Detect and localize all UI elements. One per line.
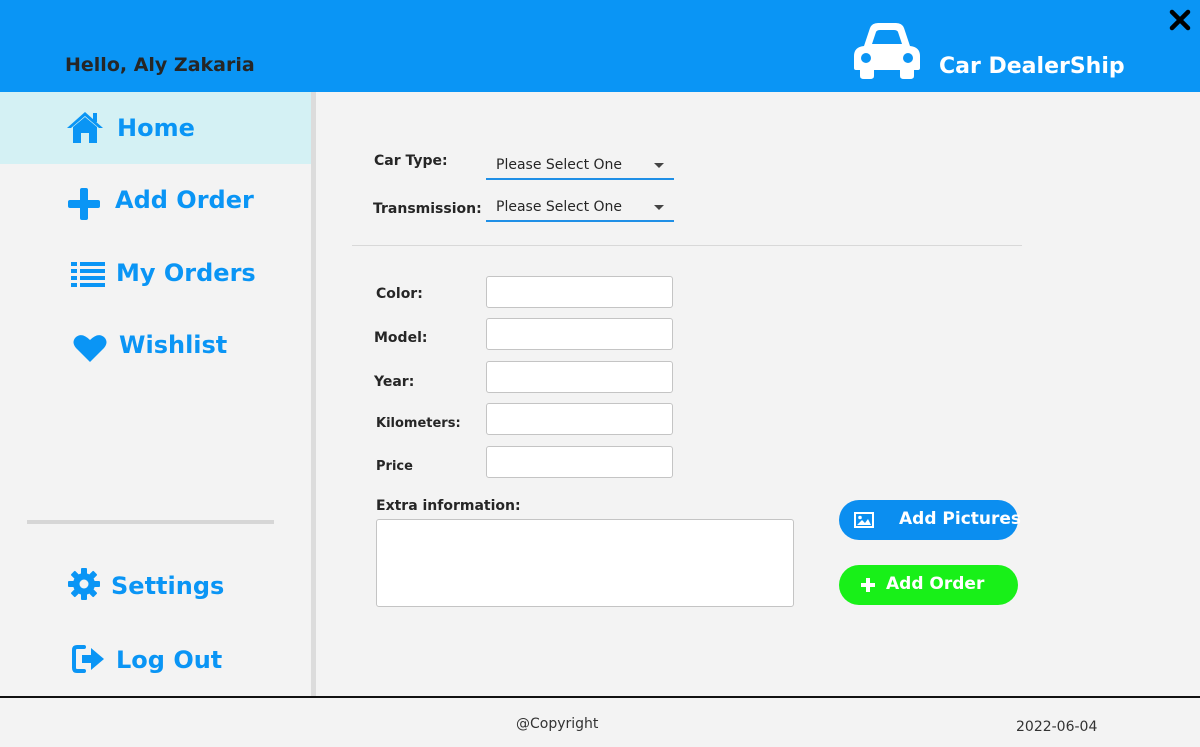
sidebar-item-label: My Orders (116, 259, 256, 287)
price-field[interactable] (486, 446, 673, 478)
list-icon (71, 262, 105, 287)
plus-icon (68, 188, 100, 220)
brand-name: Car DealerShip (939, 54, 1125, 79)
sidebar-item-logout[interactable]: Log Out (0, 624, 311, 696)
sidebar-item-label: Add Order (115, 186, 254, 214)
sidebar-item-home[interactable]: Home (0, 92, 311, 164)
year-field[interactable] (486, 361, 673, 393)
extra-info-field[interactable] (376, 519, 794, 607)
app-window: Hello, Aly Zakaria Car DealerShip Home A… (0, 0, 1200, 747)
image-icon (854, 512, 874, 528)
extra-info-label: Extra information: (376, 498, 521, 514)
transmission-label: Transmission: (373, 201, 482, 217)
transmission-value: Please Select One (496, 199, 623, 215)
logout-icon (72, 645, 104, 673)
car-type-select[interactable]: Please Select One (486, 150, 674, 180)
sidebar-item-label: Settings (111, 572, 225, 600)
close-icon[interactable] (1168, 8, 1192, 32)
sidebar-item-settings[interactable]: Settings (0, 550, 311, 622)
header-bar: Hello, Aly Zakaria Car DealerShip (0, 0, 1200, 92)
sidebar-separator (311, 92, 316, 696)
sidebar-divider (27, 520, 274, 524)
copyright-text: @Copyright (516, 716, 599, 732)
add-order-button[interactable]: Add Order (839, 565, 1018, 605)
plus-icon (861, 578, 875, 592)
sidebar-item-wishlist[interactable]: Wishlist (0, 309, 311, 381)
date-text: 2022-06-04 (1016, 719, 1098, 735)
model-label: Model: (374, 330, 428, 346)
year-label: Year: (374, 374, 415, 390)
sidebar-item-my-orders[interactable]: My Orders (0, 237, 311, 309)
heart-icon (73, 335, 107, 362)
kilometers-label: Kilometers: (376, 416, 461, 431)
model-field[interactable] (486, 318, 673, 350)
sidebar-item-label: Wishlist (119, 331, 228, 359)
price-label: Price (376, 459, 413, 474)
color-field[interactable] (486, 276, 673, 308)
add-pictures-label: Add Pictures (899, 509, 1022, 529)
sidebar-item-label: Home (117, 114, 195, 142)
color-label: Color: (376, 286, 423, 302)
user-greeting: Hello, Aly Zakaria (65, 54, 255, 76)
sidebar-item-add-order[interactable]: Add Order (0, 164, 311, 236)
home-icon (67, 112, 103, 143)
car-type-value: Please Select One (496, 157, 623, 173)
form-divider (352, 245, 1022, 246)
car-type-label: Car Type: (374, 153, 448, 169)
chevron-down-icon (654, 205, 664, 210)
kilometers-field[interactable] (486, 403, 673, 435)
footer-bar: @Copyright 2022-06-04 (0, 696, 1200, 747)
sidebar-item-label: Log Out (116, 646, 223, 674)
transmission-select[interactable]: Please Select One (486, 192, 674, 222)
sidebar: Home Add Order My Orders Wishlist Settin… (0, 92, 311, 696)
add-order-label: Add Order (886, 574, 985, 594)
gear-icon (68, 568, 100, 600)
add-pictures-button[interactable]: Add Pictures (839, 500, 1022, 540)
car-icon (854, 23, 920, 79)
chevron-down-icon (654, 163, 664, 168)
